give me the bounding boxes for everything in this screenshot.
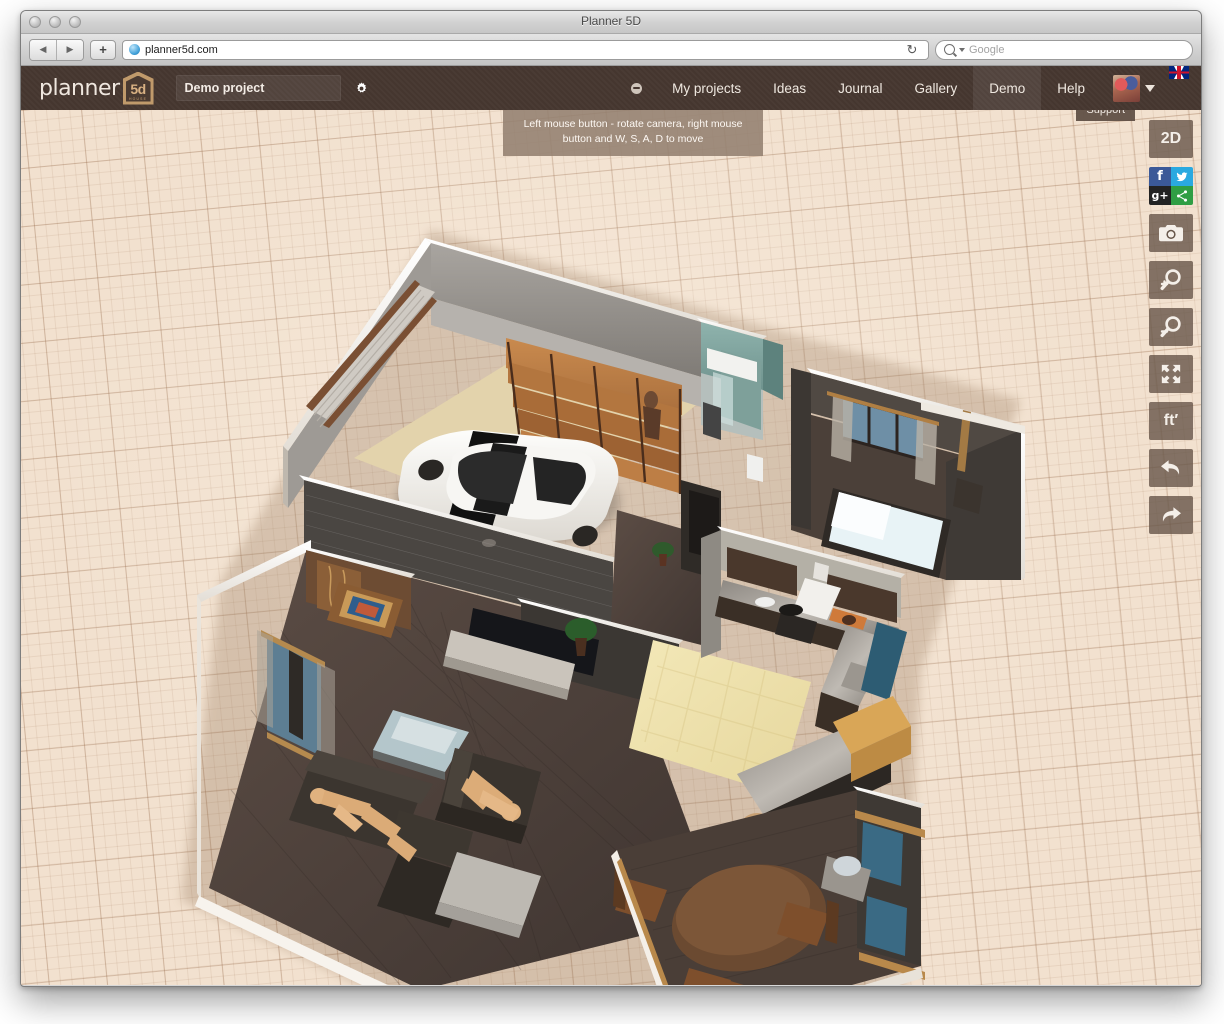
camera-controls-tooltip: Left mouse button - rotate camera, right… bbox=[503, 110, 763, 156]
kitchen-left-wall bbox=[701, 530, 721, 658]
bedroom-curtain-right bbox=[915, 418, 937, 485]
reload-icon[interactable]: ↻ bbox=[902, 40, 922, 60]
uk-flag-icon[interactable] bbox=[1169, 66, 1189, 79]
share-icon[interactable] bbox=[1171, 186, 1193, 205]
forward-button[interactable]: ▶ bbox=[56, 40, 83, 60]
search-icon bbox=[944, 44, 955, 55]
browser-toolbar: ◀ ▶ + planner5d.com ↻ Google bbox=[21, 34, 1201, 66]
fullscreen-button[interactable] bbox=[1149, 355, 1193, 393]
bathroom-cabinet bbox=[703, 402, 721, 440]
googleplus-icon[interactable]: g+ bbox=[1149, 186, 1171, 205]
nav-item-my-projects[interactable]: My projects bbox=[656, 66, 757, 110]
zoom-in-button[interactable] bbox=[1149, 261, 1193, 299]
logo-badge-text: 5d bbox=[130, 81, 145, 97]
toggle-2d-view-button[interactable]: 2D bbox=[1149, 120, 1193, 158]
nav-item-journal[interactable]: Journal bbox=[822, 66, 898, 110]
facebook-icon[interactable]: f bbox=[1149, 167, 1171, 186]
garage-left-wall-outer bbox=[283, 446, 288, 508]
planner5d-app: planner 5d HOUSE Demo project bbox=[21, 66, 1201, 985]
chevron-down-icon[interactable] bbox=[959, 48, 965, 52]
nav-minus-button[interactable] bbox=[617, 66, 656, 110]
back-button[interactable]: ◀ bbox=[30, 40, 56, 60]
social-share-buttons[interactable]: f g+ bbox=[1149, 167, 1193, 205]
search-placeholder: Google bbox=[969, 44, 1004, 56]
minus-circle-icon bbox=[631, 83, 642, 94]
project-name-label: Demo project bbox=[185, 81, 265, 95]
bathroom-right-wall bbox=[763, 339, 783, 400]
wall-sconce bbox=[482, 539, 496, 547]
zoom-out-button[interactable] bbox=[1149, 308, 1193, 346]
window-titlebar: Planner 5D bbox=[21, 11, 1201, 34]
screenshot-button[interactable] bbox=[1149, 214, 1193, 252]
bathroom-toilet bbox=[747, 454, 763, 482]
undo-button[interactable] bbox=[1149, 449, 1193, 487]
avatar[interactable] bbox=[1113, 75, 1140, 102]
app-logo[interactable]: planner 5d HOUSE bbox=[21, 72, 154, 105]
logo-house-badge-icon: 5d HOUSE bbox=[123, 72, 154, 105]
app-header: planner 5d HOUSE Demo project bbox=[21, 66, 1201, 110]
window-title: Planner 5D bbox=[21, 14, 1201, 28]
search-input[interactable]: Google bbox=[935, 40, 1193, 60]
bedroom-curtain-left bbox=[831, 395, 853, 462]
nav-item-ideas[interactable]: Ideas bbox=[757, 66, 822, 110]
house-3d-render[interactable] bbox=[21, 110, 1201, 985]
browser-window: Planner 5D ◀ ▶ + planner5d.com ↻ Google … bbox=[20, 10, 1202, 987]
address-bar-url: planner5d.com bbox=[145, 44, 218, 56]
living-left-wall-side bbox=[197, 595, 201, 900]
kitchen-bowl bbox=[755, 597, 775, 607]
account-menu[interactable] bbox=[1101, 66, 1163, 110]
house-model-svg bbox=[21, 110, 1201, 985]
support-tab[interactable]: Support bbox=[1076, 110, 1135, 121]
redo-arrow-icon bbox=[1159, 504, 1183, 526]
expand-arrows-icon bbox=[1160, 363, 1182, 385]
kitchen-pan bbox=[779, 604, 803, 616]
design-viewport[interactable]: Left mouse button - rotate camera, right… bbox=[21, 110, 1201, 985]
twitter-icon[interactable] bbox=[1171, 167, 1193, 186]
magnifier-minus-icon bbox=[1159, 315, 1183, 339]
nav-item-help[interactable]: Help bbox=[1041, 66, 1101, 110]
new-tab-button[interactable]: + bbox=[90, 40, 116, 60]
project-name-field[interactable]: Demo project bbox=[176, 75, 341, 101]
dining-appliance-drum bbox=[833, 856, 861, 876]
address-bar[interactable]: planner5d.com ↻ bbox=[122, 40, 929, 60]
logo-wordmark: planner bbox=[39, 76, 120, 101]
main-navigation: My projects Ideas Journal Gallery Demo H… bbox=[617, 66, 1201, 110]
logo-badge-subtext: HOUSE bbox=[129, 97, 147, 101]
nav-item-gallery[interactable]: Gallery bbox=[898, 66, 973, 110]
camera-icon bbox=[1159, 224, 1183, 243]
nav-item-demo[interactable]: Demo bbox=[973, 66, 1041, 110]
gear-icon[interactable] bbox=[353, 79, 371, 97]
redo-button[interactable] bbox=[1149, 496, 1193, 534]
magnifier-plus-icon bbox=[1159, 268, 1183, 292]
bedroom-left-wall bbox=[791, 368, 811, 530]
units-button[interactable]: ft′ bbox=[1149, 402, 1193, 440]
undo-arrow-icon bbox=[1159, 457, 1183, 479]
chevron-down-icon[interactable] bbox=[1145, 85, 1155, 92]
bedroom-right-wall-top bbox=[1021, 426, 1025, 580]
globe-icon bbox=[129, 44, 140, 55]
browser-nav-buttons: ◀ ▶ bbox=[29, 39, 84, 61]
viewport-toolbar: Support 2D f g+ bbox=[1149, 120, 1193, 534]
